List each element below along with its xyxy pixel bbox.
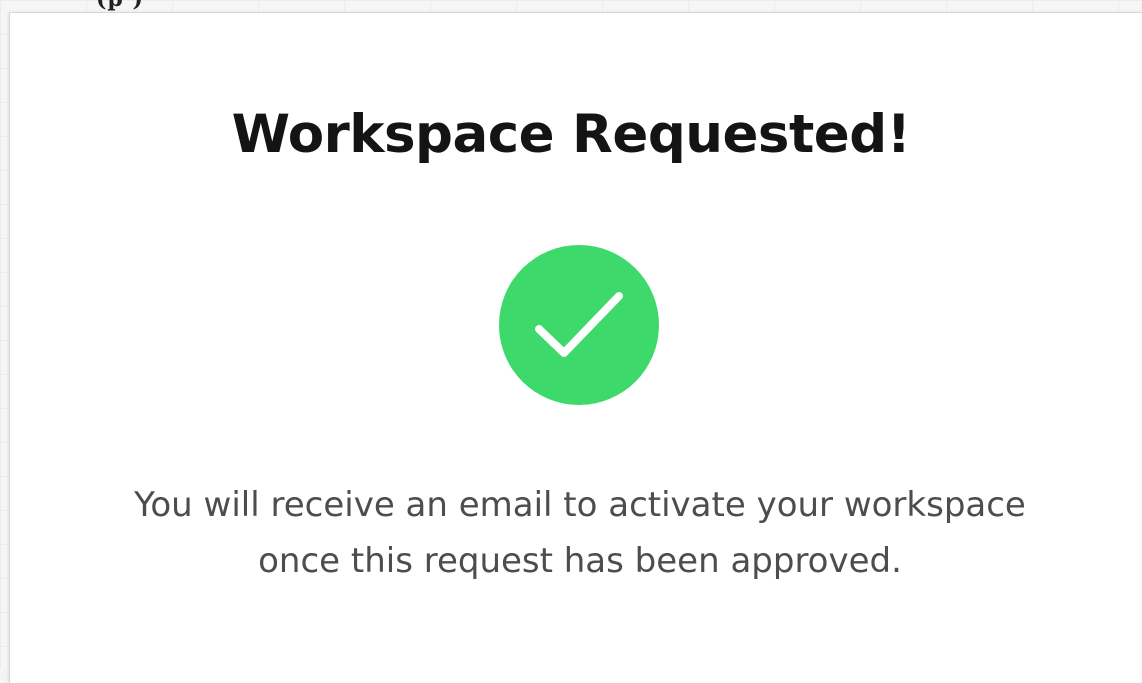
message-line-1: You will receive an email to activate yo… (134, 485, 1026, 525)
message-line-2: once this request has been approved. (258, 541, 902, 581)
checkmark-icon (535, 292, 623, 357)
background-text-fragment: (p ) (96, 0, 144, 12)
check-circle-icon (499, 245, 659, 405)
dialog-title: Workspace Requested! (231, 104, 911, 165)
confirmation-message: You will receive an email to activate yo… (0, 477, 1142, 589)
